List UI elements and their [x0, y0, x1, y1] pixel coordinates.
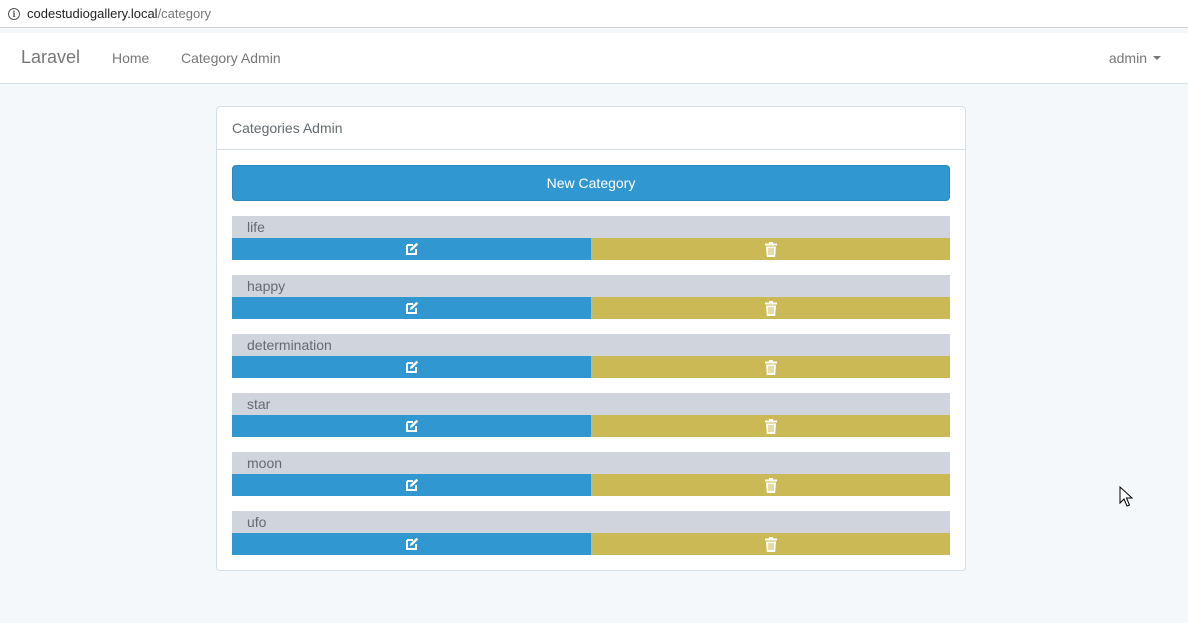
- category-item: happy: [232, 275, 950, 319]
- category-item: star: [232, 393, 950, 437]
- caret-down-icon: [1153, 56, 1161, 60]
- url-path: /category: [157, 6, 212, 21]
- category-name: happy: [232, 275, 950, 297]
- category-item: moon: [232, 452, 950, 496]
- mouse-cursor-icon: [1119, 486, 1133, 507]
- delete-category-button[interactable]: [591, 474, 950, 496]
- url-host: codestudiogallery.local: [27, 6, 158, 21]
- nav-category-admin-link[interactable]: Category Admin: [181, 50, 281, 66]
- category-actions: [232, 474, 950, 496]
- edit-category-button[interactable]: [232, 356, 591, 378]
- edit-category-button[interactable]: [232, 474, 591, 496]
- delete-category-button[interactable]: [591, 533, 950, 555]
- category-actions: [232, 238, 950, 260]
- edit-icon: [405, 242, 419, 256]
- user-menu[interactable]: admin: [1109, 50, 1161, 66]
- edit-category-button[interactable]: [232, 415, 591, 437]
- category-name: moon: [232, 452, 950, 474]
- edit-category-button[interactable]: [232, 533, 591, 555]
- edit-category-button[interactable]: [232, 297, 591, 319]
- category-name: star: [232, 393, 950, 415]
- browser-address-bar[interactable]: i codestudiogallery.local/category: [0, 0, 1188, 28]
- category-actions: [232, 356, 950, 378]
- category-item: life: [232, 216, 950, 260]
- nav-home-link[interactable]: Home: [112, 50, 149, 66]
- panel-title: Categories Admin: [217, 107, 965, 150]
- edit-category-button[interactable]: [232, 238, 591, 260]
- category-item: determination: [232, 334, 950, 378]
- url-text[interactable]: codestudiogallery.local/category: [27, 6, 211, 21]
- trash-icon: [764, 300, 777, 316]
- category-actions: [232, 533, 950, 555]
- category-actions: [232, 297, 950, 319]
- trash-icon: [764, 418, 777, 434]
- edit-icon: [405, 360, 419, 374]
- category-name: determination: [232, 334, 950, 356]
- categories-panel: Categories Admin New Category life happy d…: [216, 106, 966, 571]
- navbar: Laravel Home Category Admin admin: [0, 33, 1188, 84]
- info-icon[interactable]: i: [8, 7, 20, 20]
- category-actions: [232, 415, 950, 437]
- trash-icon: [764, 477, 777, 493]
- delete-category-button[interactable]: [591, 297, 950, 319]
- brand-link[interactable]: Laravel: [21, 47, 80, 68]
- delete-category-button[interactable]: [591, 415, 950, 437]
- edit-icon: [405, 537, 419, 551]
- category-name: life: [232, 216, 950, 238]
- delete-category-button[interactable]: [591, 238, 950, 260]
- new-category-button[interactable]: New Category: [232, 165, 950, 201]
- trash-icon: [764, 359, 777, 375]
- delete-category-button[interactable]: [591, 356, 950, 378]
- edit-icon: [405, 419, 419, 433]
- category-item: ufo: [232, 511, 950, 555]
- category-name: ufo: [232, 511, 950, 533]
- trash-icon: [764, 241, 777, 257]
- user-name: admin: [1108, 50, 1147, 66]
- trash-icon: [764, 536, 777, 552]
- edit-icon: [405, 301, 419, 315]
- edit-icon: [405, 478, 419, 492]
